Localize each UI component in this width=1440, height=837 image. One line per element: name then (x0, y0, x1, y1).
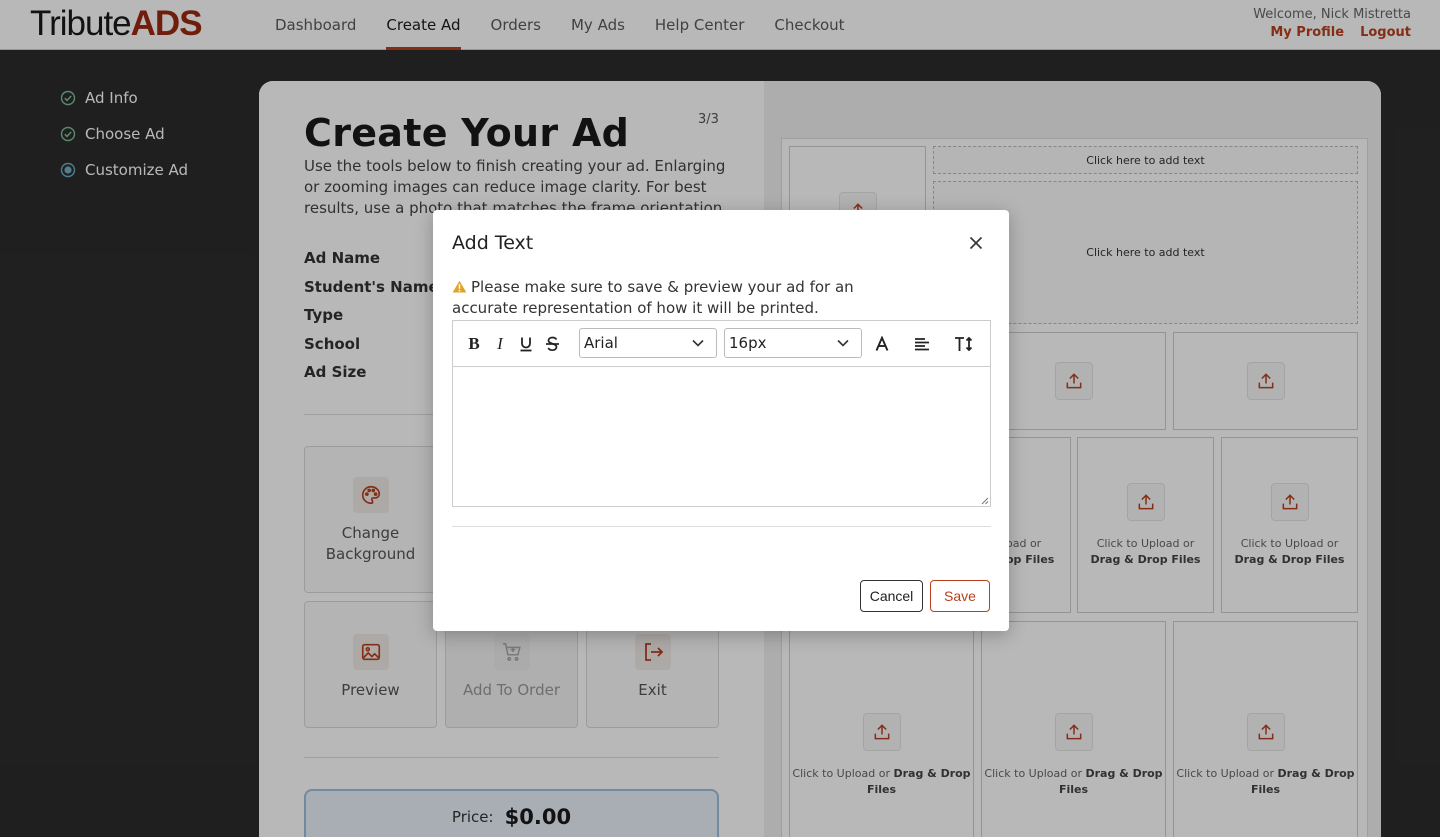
underline-icon[interactable] (517, 334, 535, 354)
modal-divider (452, 526, 991, 527)
editor-toolbar: B I Arial 16px (453, 321, 990, 367)
text-color-icon[interactable] (873, 334, 891, 354)
modal-title: Add Text (452, 232, 534, 254)
close-icon[interactable] (969, 236, 983, 250)
bold-icon[interactable]: B (465, 334, 483, 354)
cancel-button[interactable]: Cancel (860, 580, 923, 612)
font-family-select[interactable]: Arial (579, 328, 717, 358)
line-height-icon[interactable] (953, 334, 975, 354)
font-family-value: Arial (584, 334, 618, 352)
font-size-select[interactable]: 16px (724, 328, 862, 358)
font-size-value: 16px (729, 334, 767, 352)
add-text-modal: Add Text Please make sure to save & prev… (433, 210, 1009, 631)
save-button[interactable]: Save (930, 580, 990, 612)
warning-icon (452, 280, 467, 293)
rich-text-editor: B I Arial 16px (452, 320, 991, 507)
chevron-down-icon (837, 339, 849, 347)
text-input-area[interactable] (453, 367, 990, 506)
italic-icon[interactable]: I (491, 334, 509, 354)
align-left-icon[interactable] (913, 334, 931, 354)
warning-message: Please make sure to save & preview your … (452, 277, 922, 319)
resize-grip-icon[interactable] (980, 496, 989, 505)
warning-text: Please make sure to save & preview your … (452, 278, 854, 317)
strikethrough-icon[interactable] (543, 334, 561, 354)
chevron-down-icon (692, 339, 704, 347)
